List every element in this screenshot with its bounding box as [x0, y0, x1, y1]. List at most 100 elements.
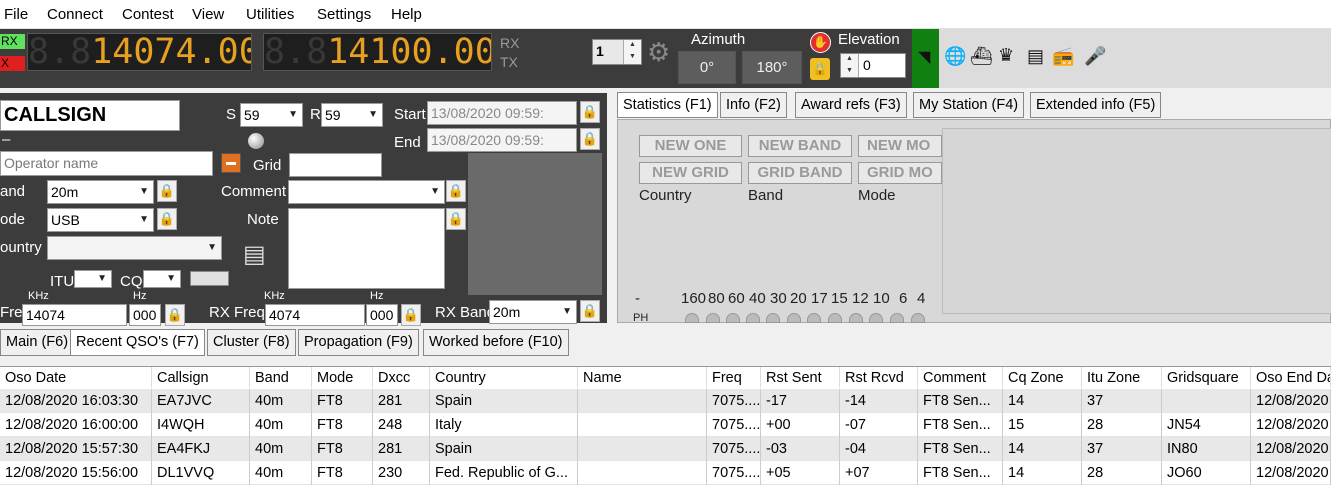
column-header-band[interactable]: Band — [250, 367, 312, 388]
cell-rst-sent[interactable]: +05 — [761, 461, 840, 485]
radio-icon[interactable]: 📻 — [1052, 46, 1074, 67]
cell-rst-sent[interactable]: +00 — [761, 413, 840, 437]
menu-connect[interactable]: Connect — [47, 6, 103, 23]
column-header-country[interactable]: Country — [430, 367, 578, 388]
mode-lock-icon[interactable]: 🔒 — [157, 208, 177, 230]
rx-band-lock-icon[interactable]: 🔒 — [580, 300, 600, 322]
menu-file[interactable]: File — [4, 6, 28, 23]
cell-mode[interactable]: FT8 — [312, 437, 373, 461]
cq-select[interactable]: ▼ — [143, 270, 181, 288]
cell-cq-zone[interactable]: 14 — [1003, 389, 1082, 413]
tab-info[interactable]: Info (F2) — [720, 92, 787, 118]
cell-freq[interactable]: 7075.... — [707, 461, 761, 485]
cell-gridsquare[interactable]: IN80 — [1162, 437, 1251, 461]
rx-freq-lock-icon[interactable]: 🔒 — [401, 304, 421, 326]
cell-country[interactable]: Italy — [430, 413, 578, 437]
lookup-card-icon[interactable]: ▬ — [221, 153, 241, 173]
column-header-qso-end-date[interactable]: Oso End Da — [1251, 367, 1331, 388]
azimuth-180-button[interactable]: 180° — [742, 51, 802, 84]
globe-icon[interactable]: 🌐 — [944, 46, 966, 67]
cell-name[interactable] — [578, 461, 707, 485]
freq-hz-field[interactable]: 000 — [129, 304, 161, 326]
column-header-comment[interactable]: Comment — [918, 367, 1003, 388]
cell-comment[interactable]: FT8 Sen... — [918, 389, 1003, 413]
cell-gridsquare[interactable]: JN54 — [1162, 413, 1251, 437]
cell-comment[interactable]: FT8 Sen... — [918, 437, 1003, 461]
elevation-up-icon[interactable]: ▲ — [841, 54, 859, 66]
tab-extended-info[interactable]: Extended info (F5) — [1030, 92, 1162, 118]
cell-qso-end-date[interactable]: 12/08/2020 — [1251, 413, 1331, 437]
cell-mode[interactable]: FT8 — [312, 461, 373, 485]
cell-rst-rcvd[interactable]: -04 — [840, 437, 918, 461]
elevation-down-icon[interactable]: ▼ — [841, 65, 859, 77]
cell-callsign[interactable]: DL1VVQ — [152, 461, 250, 485]
server-icon[interactable]: ▤ — [1027, 46, 1044, 67]
cell-itu-zone[interactable]: 37 — [1082, 389, 1162, 413]
cell-qso-date[interactable]: 12/08/2020 16:00:00 — [0, 413, 152, 437]
mode-select[interactable]: USB ▼ — [47, 208, 154, 232]
tab-worked-before[interactable]: Worked before (F10) — [423, 329, 569, 356]
tab-award-refs[interactable]: Award refs (F3) — [795, 92, 907, 118]
cell-callsign[interactable]: I4WQH — [152, 413, 250, 437]
tab-propagation[interactable]: Propagation (F9) — [298, 329, 419, 356]
spin-up-icon[interactable]: ▲ — [623, 40, 641, 52]
cell-name[interactable] — [578, 437, 707, 461]
cell-comment[interactable]: FT8 Sen... — [918, 461, 1003, 485]
callsign-field[interactable]: CALLSIGN — [0, 100, 180, 131]
vfo-b-display[interactable]: 8.814100.000 — [263, 33, 492, 71]
cell-itu-zone[interactable]: 37 — [1082, 437, 1162, 461]
tab-my-station[interactable]: My Station (F4) — [913, 92, 1025, 118]
column-header-qso-date[interactable]: Oso Date — [0, 367, 152, 388]
cell-rst-sent[interactable]: -03 — [761, 437, 840, 461]
cell-itu-zone[interactable]: 28 — [1082, 461, 1162, 485]
rx-indicator[interactable]: RX — [0, 34, 25, 49]
cell-mode[interactable]: FT8 — [312, 389, 373, 413]
cell-cq-zone[interactable]: 14 — [1003, 461, 1082, 485]
menu-utilities[interactable]: Utilities — [246, 6, 294, 23]
cell-qso-date[interactable]: 12/08/2020 15:56:00 — [0, 461, 152, 485]
freq-khz-field[interactable]: 14074 — [22, 304, 127, 326]
cell-callsign[interactable]: EA7JVC — [152, 389, 250, 413]
cell-band[interactable]: 40m — [250, 461, 312, 485]
microphone-icon[interactable]: 🎤 — [1084, 46, 1106, 67]
tx-indicator[interactable]: X — [0, 56, 25, 71]
zone-swatch[interactable] — [190, 271, 229, 286]
cell-qso-date[interactable]: 12/08/2020 16:03:30 — [0, 389, 152, 413]
cell-itu-zone[interactable]: 28 — [1082, 413, 1162, 437]
cell-qso-end-date[interactable]: 12/08/2020 — [1251, 461, 1331, 485]
column-header-name[interactable]: Name — [578, 367, 707, 388]
cell-freq[interactable]: 7075.... — [707, 437, 761, 461]
cell-callsign[interactable]: EA4FKJ — [152, 437, 250, 461]
cell-freq[interactable]: 7075.... — [707, 413, 761, 437]
satellite-icon[interactable]: ⛴ — [970, 46, 993, 67]
menu-settings[interactable]: Settings — [317, 6, 371, 23]
note-lock-icon[interactable]: 🔒 — [446, 208, 466, 230]
azimuth-0-button[interactable]: 0° — [678, 51, 736, 84]
comment-lock-icon[interactable]: 🔒 — [446, 180, 466, 202]
cell-country[interactable]: Spain — [430, 389, 578, 413]
column-header-callsign[interactable]: Callsign — [152, 367, 250, 388]
rx-freq-hz-field[interactable]: 000 — [366, 304, 398, 326]
menu-contest[interactable]: Contest — [122, 6, 174, 23]
table-row[interactable]: 12/08/2020 16:03:30 EA7JVC 40m FT8 281 Spain 7… — [0, 389, 1331, 413]
cell-gridsquare[interactable]: JO60 — [1162, 461, 1251, 485]
note-textarea[interactable] — [288, 208, 445, 289]
tab-cluster[interactable]: Cluster (F8) — [207, 329, 296, 356]
start-datetime-field[interactable]: 13/08/2020 09:59: — [427, 101, 577, 125]
cell-name[interactable] — [578, 413, 707, 437]
freq-lock-icon[interactable]: 🔒 — [165, 304, 185, 326]
cell-qso-date[interactable]: 12/08/2020 15:57:30 — [0, 437, 152, 461]
menu-view[interactable]: View — [192, 6, 224, 23]
cell-dxcc[interactable]: 248 — [373, 413, 430, 437]
table-row[interactable]: 12/08/2020 15:56:00 DL1VVQ 40m FT8 230 Fed. R… — [0, 461, 1331, 485]
tab-statistics[interactable]: Statistics (F1) — [617, 92, 718, 118]
cell-gridsquare[interactable] — [1162, 389, 1251, 413]
lock-icon[interactable]: 🔒 — [810, 58, 830, 80]
rst-sent-select[interactable]: 59 ▼ — [240, 103, 303, 127]
gear-icon[interactable]: ⚙ — [647, 37, 670, 68]
vfo-select-spinner[interactable]: 1 ▲ ▼ — [592, 39, 642, 65]
cell-rst-rcvd[interactable]: -14 — [840, 389, 918, 413]
column-header-rst-sent[interactable]: Rst Sent — [761, 367, 840, 388]
rx-freq-khz-field[interactable]: 4074 — [265, 304, 365, 326]
table-row[interactable]: 12/08/2020 15:57:30 EA4FKJ 40m FT8 281 Spain 7… — [0, 437, 1331, 461]
